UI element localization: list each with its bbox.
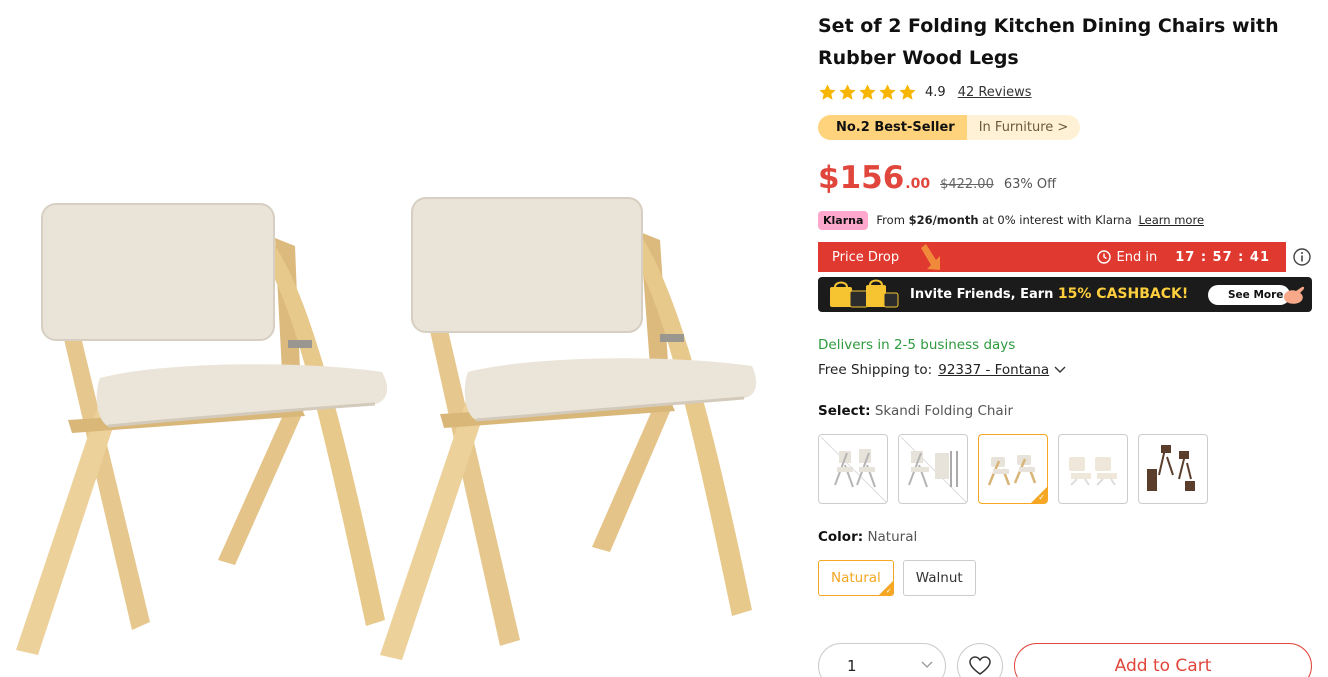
product-title: Set of 2 Folding Kitchen Dining Chairs w… bbox=[818, 15, 1279, 69]
invite-cashback: 15% CASHBACK! bbox=[1057, 286, 1189, 302]
invite-prefix: Invite Friends, Earn bbox=[910, 287, 1058, 302]
current-price-cents: .00 bbox=[905, 176, 931, 192]
variant-image bbox=[900, 436, 967, 503]
countdown-label: End in bbox=[1116, 249, 1158, 265]
current-price: $156 bbox=[818, 160, 905, 196]
klarna-learn-more-link[interactable]: Learn more bbox=[1138, 213, 1204, 227]
check-icon: ✓ bbox=[885, 587, 892, 595]
variant-thumb-3[interactable]: ✓ bbox=[978, 434, 1048, 504]
see-more-button[interactable]: See More bbox=[1208, 285, 1290, 305]
color-option-walnut[interactable]: Walnut bbox=[902, 560, 976, 596]
color-label: Color: bbox=[818, 529, 864, 545]
product-image[interactable] bbox=[0, 0, 790, 677]
invite-text: Invite Friends, Earn 15% CASHBACK! bbox=[910, 277, 1188, 312]
add-to-cart-button[interactable]: Add to Cart bbox=[1014, 643, 1312, 677]
countdown-digits: 17 : 57 : 41 bbox=[1175, 249, 1270, 265]
color-option-label: Natural bbox=[831, 570, 881, 586]
countdown-timer: End in 17 : 57 : 41 bbox=[1096, 242, 1270, 272]
klarna-suffix: at 0% interest with Klarna bbox=[978, 213, 1136, 227]
heart-icon bbox=[969, 656, 991, 675]
delivery-eta: Delivers in 2-5 business days bbox=[818, 337, 1016, 353]
gift-bags-icon bbox=[830, 279, 899, 308]
bestseller-rank: No.2 Best-Seller bbox=[818, 115, 967, 140]
select-label-row: Select: Skandi Folding Chair bbox=[818, 403, 1013, 419]
star-icon bbox=[839, 83, 856, 100]
product-info: Set of 2 Folding Kitchen Dining Chairs w… bbox=[818, 0, 1313, 677]
wishlist-button[interactable] bbox=[957, 643, 1003, 677]
klarna-amount: $26/month bbox=[908, 213, 979, 227]
price-row: $156 .00 $422.00 63% Off bbox=[818, 160, 1056, 200]
select-value: Skandi Folding Chair bbox=[874, 403, 1014, 419]
color-label-row: Color: Natural bbox=[818, 529, 917, 545]
quantity-select[interactable]: 1 bbox=[818, 643, 946, 677]
price-drop-label: Price Drop bbox=[832, 249, 900, 265]
shipping-label: Free Shipping to: bbox=[818, 362, 933, 378]
rating-stars bbox=[818, 83, 917, 102]
klarna-prefix: From bbox=[876, 213, 909, 227]
variant-thumb-4[interactable] bbox=[1058, 434, 1128, 504]
price-drop-bar: Price Drop End in 17 : 57 : 41 bbox=[818, 242, 1286, 272]
pointing-hand-icon bbox=[1284, 286, 1305, 304]
color-value: Natural bbox=[867, 529, 918, 545]
chevron-down-icon bbox=[921, 661, 933, 668]
klarna-logo: Klarna bbox=[818, 210, 869, 230]
color-selector: Natural ✓ Walnut bbox=[818, 560, 976, 596]
info-icon[interactable] bbox=[1292, 247, 1312, 267]
original-price: $422.00 bbox=[940, 177, 994, 192]
shipping-row: Free Shipping to: 92337 - Fontana bbox=[818, 362, 1067, 378]
shipping-location-link[interactable]: 92337 - Fontana bbox=[938, 362, 1049, 378]
variant-thumb-2[interactable] bbox=[898, 434, 968, 504]
check-icon: ✓ bbox=[1038, 493, 1045, 502]
star-icon bbox=[899, 83, 916, 100]
clock-icon bbox=[1096, 250, 1111, 264]
reviews-link[interactable]: 42 Reviews bbox=[958, 85, 1032, 100]
select-label: Select: bbox=[818, 403, 871, 419]
variant-selector: ✓ bbox=[818, 434, 1208, 504]
star-icon bbox=[859, 83, 876, 100]
down-arrow-icon bbox=[921, 244, 940, 270]
color-option-label: Walnut bbox=[915, 570, 963, 586]
chevron-down-icon[interactable] bbox=[1053, 365, 1067, 375]
bestseller-badge: No.2 Best-Seller In Furniture > bbox=[818, 115, 1081, 140]
star-icon bbox=[879, 83, 896, 100]
chairs-image bbox=[16, 197, 757, 660]
discount-label: 63% Off bbox=[1003, 177, 1057, 192]
variant-image bbox=[820, 436, 887, 503]
color-option-natural[interactable]: Natural ✓ bbox=[818, 560, 894, 596]
rating-row: 4.9 42 Reviews bbox=[818, 81, 1032, 103]
star-icon bbox=[819, 83, 836, 100]
variant-image bbox=[1069, 457, 1117, 486]
variant-thumb-5[interactable] bbox=[1138, 434, 1208, 504]
klarna-row: Klarna From $26/month at 0% interest wit… bbox=[818, 209, 1204, 231]
bestseller-category-link[interactable]: In Furniture > bbox=[966, 115, 1081, 140]
variant-image bbox=[1147, 445, 1195, 491]
variant-thumb-1[interactable] bbox=[818, 434, 888, 504]
rating-value: 4.9 bbox=[925, 84, 946, 100]
invite-friends-banner[interactable]: Invite Friends, Earn 15% CASHBACK! See M… bbox=[818, 277, 1312, 312]
quantity-value: 1 bbox=[847, 657, 857, 675]
